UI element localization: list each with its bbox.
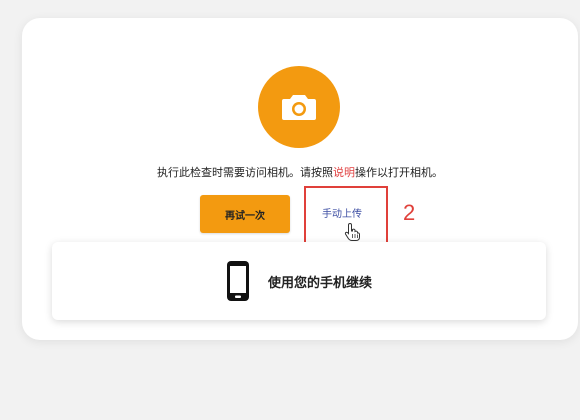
retry-button[interactable]: 再试一次 [200, 195, 290, 233]
continue-on-phone-button[interactable]: 使用您的手机继续 [52, 242, 546, 320]
continue-on-phone-label: 使用您的手机继续 [268, 276, 373, 291]
instruction-before: 执行此检查时需要访问相机。请按照 [157, 166, 333, 179]
annotation-number: 2 [403, 200, 416, 225]
camera-badge [258, 66, 340, 148]
hand-cursor-icon [344, 222, 360, 241]
instructions-link[interactable]: 说明 [333, 166, 355, 179]
page: 执行此检查时需要访问相机。请按照说明操作以打开相机。 再试一次 手动上传 2 使… [0, 0, 580, 420]
phone-icon [227, 261, 249, 301]
instruction-after: 操作以打开相机。 [355, 166, 443, 179]
camera-instruction-text: 执行此检查时需要访问相机。请按照说明操作以打开相机。 [0, 164, 580, 180]
camera-icon [282, 95, 316, 120]
